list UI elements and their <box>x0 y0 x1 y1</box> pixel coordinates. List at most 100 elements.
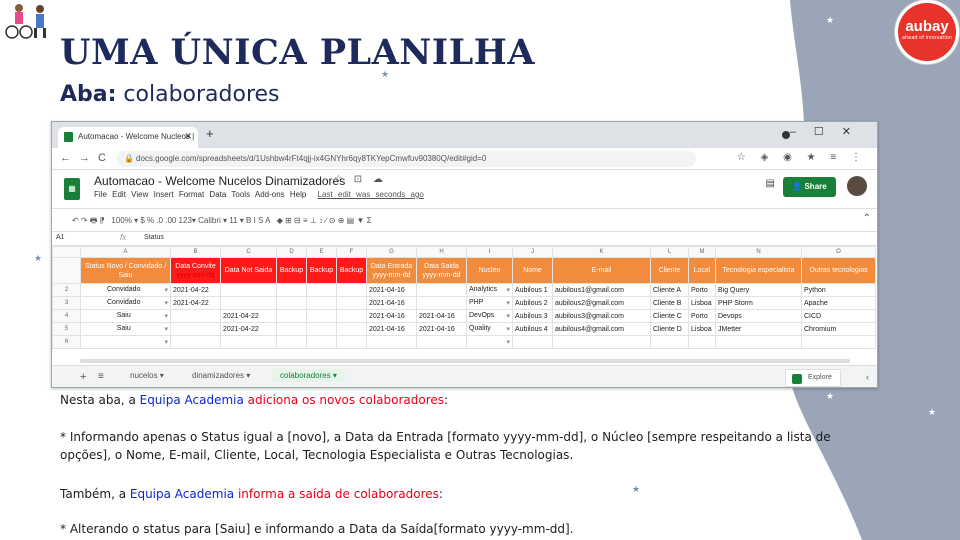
table-cell[interactable]: PHP Storm <box>715 296 802 310</box>
column-header[interactable]: C <box>220 246 277 258</box>
navigation-buttons[interactable]: ←→C <box>60 152 114 164</box>
header-cell[interactable]: Backup <box>276 257 307 284</box>
table-cell[interactable]: Aubilous 2 <box>512 296 553 310</box>
table-cell[interactable] <box>336 296 367 310</box>
table-cell[interactable]: Chromium <box>801 322 876 336</box>
table-cell[interactable] <box>220 335 277 349</box>
table-cell[interactable]: 2021-04-16 <box>366 322 417 336</box>
table-cell[interactable]: Porto <box>688 283 716 297</box>
dropdown-arrow-icon[interactable]: ▾ <box>506 338 510 346</box>
dropdown-arrow-icon[interactable]: ▾ <box>164 312 168 320</box>
header-cell[interactable]: Data Not Saida <box>220 257 277 284</box>
comment-icon[interactable]: ▤ <box>766 178 775 189</box>
table-cell[interactable]: 2021-04-22 <box>220 309 277 323</box>
table-cell[interactable] <box>170 309 221 323</box>
record-icon[interactable] <box>782 131 790 139</box>
table-cell[interactable] <box>336 322 367 336</box>
table-cell[interactable]: Convidado ▾ <box>80 283 171 297</box>
new-tab-button[interactable]: + <box>206 126 214 141</box>
url-bar[interactable]: 🔒 docs.google.com/spreadsheets/d/1Ushbw4… <box>116 151 696 167</box>
column-header[interactable]: K <box>552 246 651 258</box>
formatting-toolbar[interactable]: ↶ ↷ 🖶 ⁋ 100% ▾ $ % .0 .00 123▾ Calibri ▾… <box>52 208 877 232</box>
explore-button[interactable]: Explore <box>785 369 841 387</box>
table-cell[interactable]: CICD <box>801 309 876 323</box>
table-cell[interactable]: Aubilous 1 <box>512 283 553 297</box>
table-cell[interactable] <box>552 335 651 349</box>
dropdown-arrow-icon[interactable]: ▾ <box>506 286 510 294</box>
table-cell[interactable]: 2021-04-22 <box>220 322 277 336</box>
menu-data[interactable]: Data <box>209 190 226 199</box>
column-header[interactable]: N <box>715 246 802 258</box>
sheet-tab-colaboradores[interactable]: colaboradores ▾ <box>272 369 345 382</box>
column-header[interactable]: H <box>416 246 467 258</box>
cell-reference[interactable]: A1 <box>56 234 65 241</box>
row-header[interactable]: 4 <box>52 309 81 323</box>
table-cell[interactable] <box>276 322 307 336</box>
table-cell[interactable] <box>306 283 337 297</box>
header-cell[interactable]: Tecnologia especialista <box>715 257 802 284</box>
browser-tab[interactable]: Automacao - Welcome Nucleos | ✕ <box>58 127 198 148</box>
header-cell[interactable]: Local <box>688 257 716 284</box>
table-cell[interactable]: 2021-04-16 <box>366 283 417 297</box>
table-cell[interactable] <box>276 283 307 297</box>
table-cell[interactable]: Devops <box>715 309 802 323</box>
header-cell[interactable]: Data Saida yyyy-mm-dd <box>416 257 467 284</box>
table-cell[interactable] <box>512 335 553 349</box>
table-cell[interactable]: DevOps ▾ <box>466 309 513 323</box>
dropdown-arrow-icon[interactable]: ▾ <box>506 299 510 307</box>
table-cell[interactable]: Cliente B <box>650 296 689 310</box>
column-header[interactable]: G <box>366 246 417 258</box>
table-cell[interactable] <box>336 335 367 349</box>
table-cell[interactable]: aubilous2@gmail.com <box>552 296 651 310</box>
table-cell[interactable]: Python <box>801 283 876 297</box>
all-sheets-button[interactable]: ≡ <box>98 371 104 382</box>
header-cell[interactable]: E-mail <box>552 257 651 284</box>
table-cell[interactable] <box>220 283 277 297</box>
window-controls[interactable]: –☐✕ <box>790 125 869 138</box>
header-cell[interactable]: Data Convite yyyy-mm-dd <box>170 257 221 284</box>
table-cell[interactable]: Convidado ▾ <box>80 296 171 310</box>
column-header[interactable]: A <box>80 246 171 258</box>
table-cell[interactable]: ▾ <box>466 335 513 349</box>
header-cell[interactable]: Backup <box>336 257 367 284</box>
table-cell[interactable] <box>336 283 367 297</box>
table-cell[interactable]: 2021-04-22 <box>170 283 221 297</box>
row-header[interactable]: 3 <box>52 296 81 310</box>
column-header[interactable]: L <box>650 246 689 258</box>
formula-bar[interactable]: A1 fx Status <box>52 232 877 246</box>
table-cell[interactable] <box>220 296 277 310</box>
dropdown-arrow-icon[interactable]: ▾ <box>164 286 168 294</box>
doc-title-icons[interactable]: ☆ ⊡ ☁ <box>334 174 387 185</box>
column-header[interactable]: F <box>336 246 367 258</box>
table-cell[interactable] <box>688 335 716 349</box>
column-header[interactable]: J <box>512 246 553 258</box>
column-header[interactable]: O <box>801 246 876 258</box>
menu-help[interactable]: Help <box>290 190 306 199</box>
column-header[interactable]: E <box>306 246 337 258</box>
table-cell[interactable]: 2021-04-22 <box>170 296 221 310</box>
dropdown-arrow-icon[interactable]: ▾ <box>164 299 168 307</box>
table-cell[interactable]: Aubilous 3 <box>512 309 553 323</box>
row-header[interactable]: 1 <box>52 257 81 284</box>
table-cell[interactable] <box>416 296 467 310</box>
table-cell[interactable] <box>170 335 221 349</box>
dropdown-arrow-icon[interactable]: ▾ <box>506 325 510 333</box>
table-cell[interactable] <box>170 322 221 336</box>
table-cell[interactable] <box>276 296 307 310</box>
doc-title[interactable]: Automacao - Welcome Nucelos Dinamizadore… <box>94 174 345 188</box>
table-cell[interactable]: aubilous3@gmail.com <box>552 309 651 323</box>
table-cell[interactable]: 2021-04-16 <box>416 309 467 323</box>
horizontal-scrollbar[interactable] <box>80 359 850 363</box>
column-header[interactable]: D <box>276 246 307 258</box>
menu-insert[interactable]: Insert <box>154 190 174 199</box>
menu-tools[interactable]: Tools <box>231 190 250 199</box>
row-header[interactable]: 5 <box>52 322 81 336</box>
header-cell[interactable]: Data Entrada yyyy-mm-dd <box>366 257 417 284</box>
table-cell[interactable]: Lisboa <box>688 296 716 310</box>
table-cell[interactable]: Aubilous 4 <box>512 322 553 336</box>
table-cell[interactable]: 2021-04-16 <box>416 322 467 336</box>
table-cell[interactable]: Cliente D <box>650 322 689 336</box>
table-cell[interactable]: Analytics ▾ <box>466 283 513 297</box>
table-cell[interactable] <box>276 309 307 323</box>
table-cell[interactable]: Porto <box>688 309 716 323</box>
